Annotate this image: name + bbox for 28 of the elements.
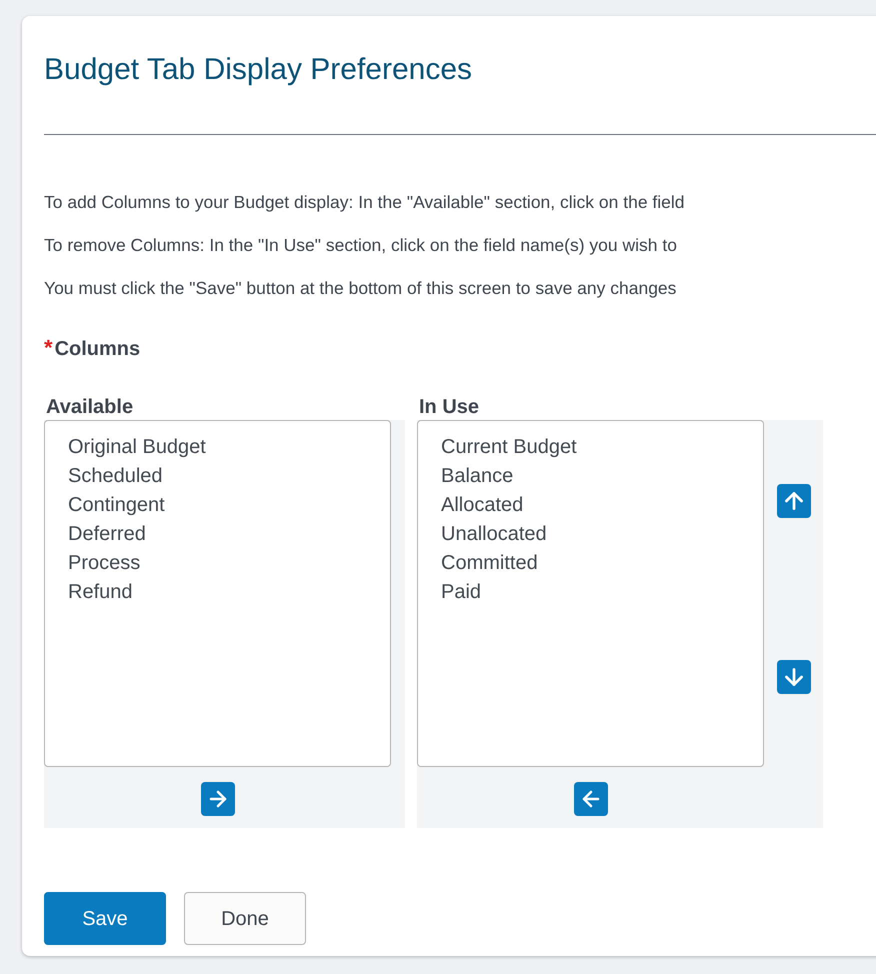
instruction-text: To remove Columns: In the "In Use" section, click on the field name(s) you wish to bbox=[44, 234, 678, 257]
instruction-text: To add Columns to your Budget display: In the "Available" section, click on the field bbox=[44, 191, 686, 214]
list-option[interactable]: Current Budget bbox=[441, 433, 763, 462]
list-label: Available bbox=[45, 395, 134, 420]
move-right-button[interactable] bbox=[200, 782, 234, 816]
in-use-list[interactable]: Current Budget Balance Allocated Unallocated Committed Paid bbox=[417, 420, 764, 767]
list-option[interactable]: Contingent bbox=[68, 491, 390, 520]
list-option[interactable]: Deferred bbox=[68, 520, 390, 549]
available-list[interactable]: Original Budget Scheduled Contingent Deferred Process Refund bbox=[44, 420, 391, 767]
list-option[interactable]: Paid bbox=[441, 578, 763, 607]
list-option[interactable]: Unallocated bbox=[441, 520, 763, 549]
list-option[interactable]: Committed bbox=[441, 549, 763, 578]
list-label: In Use bbox=[418, 395, 480, 420]
save-button[interactable]: Save bbox=[44, 892, 166, 945]
field-label: Columns bbox=[54, 337, 140, 362]
move-left-button[interactable] bbox=[574, 782, 608, 816]
page-title: Budget Tab Display Preferences bbox=[44, 52, 474, 88]
list-option[interactable]: Original Budget bbox=[68, 433, 390, 462]
list-option[interactable]: Scheduled bbox=[68, 462, 390, 491]
done-button[interactable]: Done bbox=[184, 892, 306, 945]
move-up-button[interactable] bbox=[777, 484, 811, 518]
move-down-button[interactable] bbox=[777, 660, 811, 694]
list-option[interactable]: Balance bbox=[441, 462, 763, 491]
list-option[interactable]: Refund bbox=[68, 578, 390, 607]
instruction-text: You must click the "Save" button at the bottom of this screen to save any changes bbox=[44, 277, 678, 300]
list-option[interactable]: Process bbox=[68, 549, 390, 578]
list-option[interactable]: Allocated bbox=[441, 491, 763, 520]
required-mark: * bbox=[44, 334, 53, 362]
